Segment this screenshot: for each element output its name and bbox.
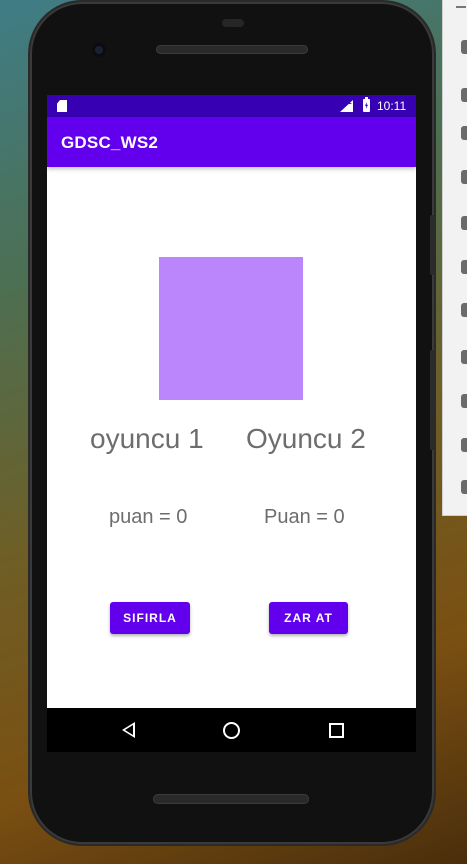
- zoom-icon[interactable]: [461, 303, 467, 317]
- home-icon[interactable]: [461, 394, 467, 408]
- emulator-toolbar: [442, 0, 467, 516]
- overview-icon[interactable]: [461, 438, 467, 452]
- battery-icon: [363, 97, 370, 112]
- app-bar: GDSC_WS2: [47, 117, 416, 167]
- top-speaker: [156, 45, 308, 54]
- reset-button[interactable]: SIFIRLA: [110, 602, 190, 634]
- player-2-name: Oyuncu 2: [246, 423, 366, 454]
- front-camera-icon: [92, 43, 106, 57]
- sd-card-icon: [57, 100, 67, 112]
- player-2-score: Puan = 0: [264, 506, 345, 528]
- minimize-icon[interactable]: [456, 6, 466, 8]
- rotate-right-icon[interactable]: [461, 216, 467, 230]
- more-icon[interactable]: [461, 480, 467, 494]
- camera-icon[interactable]: [461, 260, 467, 274]
- navigation-bar: [47, 708, 416, 752]
- power-button: [430, 350, 436, 450]
- back-icon[interactable]: [122, 722, 135, 738]
- rotate-left-icon[interactable]: [461, 170, 467, 184]
- volume-button: [430, 215, 436, 275]
- bottom-speaker: [153, 794, 309, 804]
- roll-dice-button[interactable]: ZAR AT: [269, 602, 348, 634]
- power-icon[interactable]: [461, 40, 467, 54]
- player-1-name: oyuncu 1: [90, 423, 204, 454]
- status-bar: LTE 10:11: [47, 95, 416, 117]
- back-icon[interactable]: [461, 350, 467, 364]
- network-type: LTE: [339, 99, 352, 106]
- app-title: GDSC_WS2: [61, 133, 159, 152]
- device-screen: LTE 10:11 GDSC_WS2 oyuncu 1 Oyuncu 2 pua…: [47, 95, 416, 708]
- dice-image: [159, 257, 303, 400]
- status-clock: 10:11: [377, 99, 407, 113]
- volume-up-icon[interactable]: [461, 88, 467, 102]
- top-notch: [222, 19, 244, 27]
- volume-down-icon[interactable]: [461, 126, 467, 140]
- player-1-score: puan = 0: [109, 506, 188, 528]
- home-icon[interactable]: [223, 722, 240, 739]
- recents-icon[interactable]: [329, 723, 344, 738]
